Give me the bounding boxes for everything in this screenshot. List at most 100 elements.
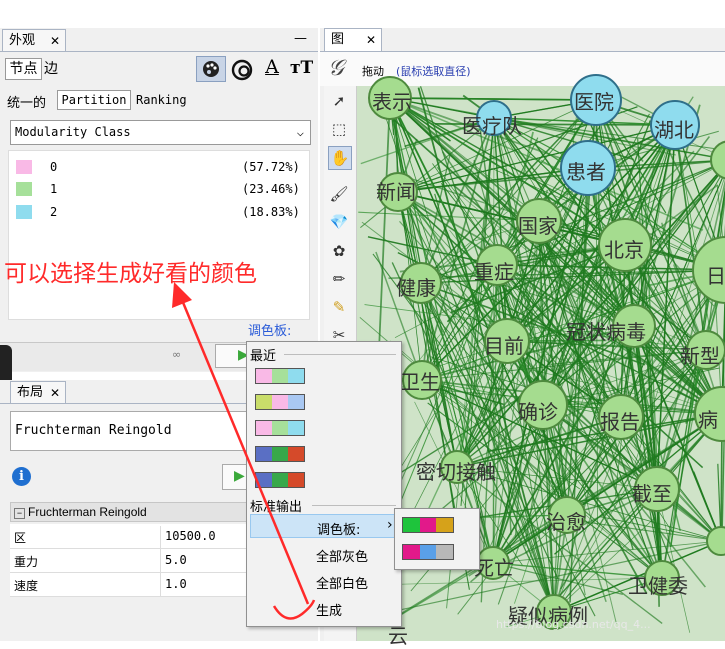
pointer-tool-icon[interactable]: ➚ [328,90,350,112]
standard-palette[interactable] [402,544,454,560]
menu-item-generate[interactable]: 生成 [250,596,400,620]
node-label: 健康 [396,276,436,300]
palette-color [256,473,272,487]
collapse-icon[interactable]: − [14,508,25,519]
drag-hint: (鼠标选取直径) [396,65,471,78]
node-label: 日 [706,264,725,288]
watermark-text: https://blog.csdn.net/qq_4... [496,618,651,631]
node-label: 卫生 [400,370,440,394]
menu-item-all-gray[interactable]: 全部灰色 [250,542,400,566]
property-value[interactable]: 5.0 [165,553,187,567]
info-icon[interactable]: i [12,467,31,486]
run-play-icon: ▶ [234,468,245,484]
palette-link[interactable]: 调色板: [248,320,291,339]
node-label: 目前 [484,334,524,358]
color-wheel-icon[interactable]: ✿ [328,240,350,262]
node-label: 重症 [474,260,514,284]
property-name: 重力 [14,555,39,569]
partition-pct-2: (18.83%) [242,205,300,219]
palette-color [256,369,272,383]
drag-label: 拖动 [362,65,384,78]
label-color-icon[interactable]: A [262,56,282,82]
palette-color [436,545,454,559]
mode-tab-unique[interactable]: 统一的 [7,92,46,111]
palette-color [288,421,304,435]
chevron-right-icon: › [387,517,393,533]
appearance-tab-title: 外观 [9,33,36,48]
node-label: 密切接触 [416,460,496,484]
property-column-divider [160,526,161,596]
node-label: 表示 [372,90,412,114]
edge-pencil-icon[interactable]: ✎ [328,296,350,318]
recent-palette[interactable] [255,394,305,410]
link-icon[interactable]: ∞ [172,348,181,361]
recent-divider [284,354,396,355]
standard-divider [312,505,396,506]
property-value[interactable]: 1.0 [165,577,187,591]
subtab-edges-label: 边 [44,61,58,77]
brush-tool-icon[interactable]: 🖌 [328,183,350,205]
diamond-tool-icon[interactable]: 💎 [328,211,350,233]
layout-tab[interactable]: 布局 ✕ [10,381,66,403]
mode-tab-ranking-label: Ranking [136,93,187,107]
palette-color [272,421,288,435]
node-label: 患者 [566,160,606,184]
annotation-text: 可以选择生成好看的颜色 [4,261,257,287]
graph-tab[interactable]: 图 ✕ [324,28,382,52]
palette-color [288,395,304,409]
color-palette-icon[interactable] [196,56,226,82]
close-icon[interactable]: ✕ [50,382,60,404]
menu-item-label: 调色板: [317,523,361,538]
partition-swatch-0[interactable] [16,160,32,174]
appearance-divider [0,51,318,52]
subtab-nodes-label: 节点 [9,61,38,77]
mode-tab-unique-label: 统一的 [7,96,47,111]
layout-section-title: Fruchterman Reingold [28,505,147,519]
subtab-nodes[interactable]: 节点 [5,58,42,80]
close-icon[interactable]: ✕ [366,29,376,51]
recent-palette[interactable] [255,368,305,384]
property-value[interactable]: 10500.0 [165,529,216,543]
node-label: 新闻 [376,180,416,204]
partition-swatch-2[interactable] [16,205,32,219]
rectangle-select-icon[interactable]: ⬚ [328,118,350,140]
menu-item-palette[interactable]: 调色板: › [250,514,400,538]
label-size-icon[interactable]: тT [290,58,316,82]
layout-tab-title: 布局 [17,385,44,400]
palette-color [436,518,454,532]
node-label: 湖北 [654,118,694,142]
standard-palette[interactable] [402,517,454,533]
appearance-tab[interactable]: 外观 ✕ [2,29,66,51]
palette-color [288,447,304,461]
close-icon[interactable]: ✕ [50,30,60,52]
node-label: 报告 [600,410,640,434]
palette-color [288,473,304,487]
menu-item-all-white[interactable]: 全部白色 [250,569,400,593]
mode-tab-ranking[interactable]: Ranking [136,93,187,107]
node-label: 新型 [680,344,720,368]
layout-algorithm-value: Fruchterman Reingold [15,423,172,438]
node-label: 卫健委 [628,574,688,598]
partition-swatch-1[interactable] [16,182,32,196]
mode-tab-partition[interactable]: Partition [57,90,131,110]
partition-label-0: 0 [50,160,58,174]
hand-tool-icon[interactable]: ✋ [328,146,352,170]
drag-tool-icon[interactable]: 𝒢 [328,56,356,84]
minimize-icon[interactable]: — [294,31,307,46]
recent-palette[interactable] [255,446,305,462]
dropdown-value: Modularity Class [15,125,131,139]
node-label: 医院 [574,90,614,114]
palette-color [272,447,288,461]
node-label: 确诊 [518,400,558,424]
standard-title: 标准输出 [250,500,303,515]
pencil-tool-icon[interactable]: ✏ [328,268,350,290]
node-label: 治愈 [546,510,586,534]
recent-palette[interactable] [255,420,305,436]
subtab-edges[interactable]: 边 [44,58,66,80]
size-icon[interactable] [230,58,254,82]
palette-color [256,447,272,461]
mode-tab-partition-label: Partition [61,93,127,107]
palette-color [272,369,288,383]
recent-palette[interactable] [255,472,305,488]
partition-attribute-dropdown[interactable]: Modularity Class ⌵ [10,120,311,145]
